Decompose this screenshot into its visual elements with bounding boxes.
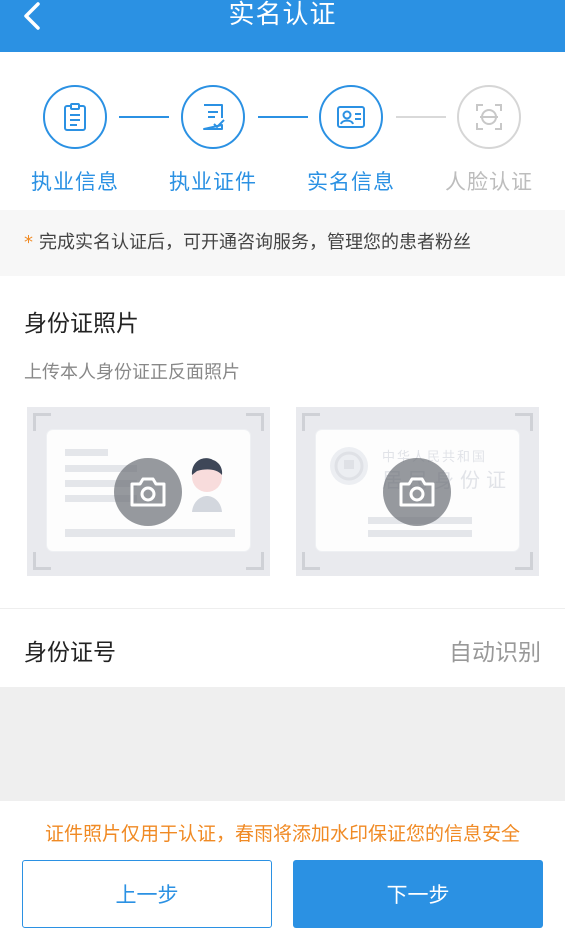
camera-icon [130,477,166,507]
step-face-auth: 人脸认证 [419,85,559,196]
camera-button[interactable] [383,458,451,526]
navbar: 实名认证 [0,0,565,52]
step-realname-info: 实名信息 [281,85,421,196]
step-practice-info: 执业信息 [5,85,145,196]
id-number-value: 自动识别 [449,640,541,666]
security-note: 证件照片仅用于认证，春雨将添加水印保证您的信息安全 [44,823,520,845]
id-back-upload[interactable]: 中华人民共和国 居民身份证 [296,407,539,576]
id-number-row[interactable]: 身份证号 自动识别 [0,609,565,687]
page-title: 实名认证 [228,0,337,30]
face-scan-icon [476,104,502,130]
notice-text: 完成实名认证后，可开通咨询服务，管理您的患者粉丝 [39,232,471,253]
empty-area [0,687,565,801]
id-photo-section: 身份证照片 上传本人身份证正反面照片 中华人民共和国 [0,276,565,608]
section-subtitle: 上传本人身份证正反面照片 [24,362,240,383]
step-progress: 执业信息 执业证件 实名信息 人脸认证 [0,52,565,210]
section-title: 身份证照片 [24,311,139,337]
id-front-upload[interactable] [27,407,270,576]
camera-button[interactable] [114,458,182,526]
step-practice-cert: 执业证件 [143,85,283,196]
id-number-label: 身份证号 [24,640,116,666]
next-step-button[interactable]: 下一步 [293,860,543,928]
previous-step-button[interactable]: 上一步 [22,860,272,928]
clipboard-icon [64,103,86,131]
document-check-icon [203,104,225,130]
notice-banner: * 完成实名认证后，可开通咨询服务，管理您的患者粉丝 [0,210,565,276]
footer: 证件照片仅用于认证，春雨将添加水印保证您的信息安全 上一步 下一步 [0,801,565,943]
required-star: * [24,232,33,253]
id-card-icon [337,106,365,128]
camera-icon [399,477,435,507]
